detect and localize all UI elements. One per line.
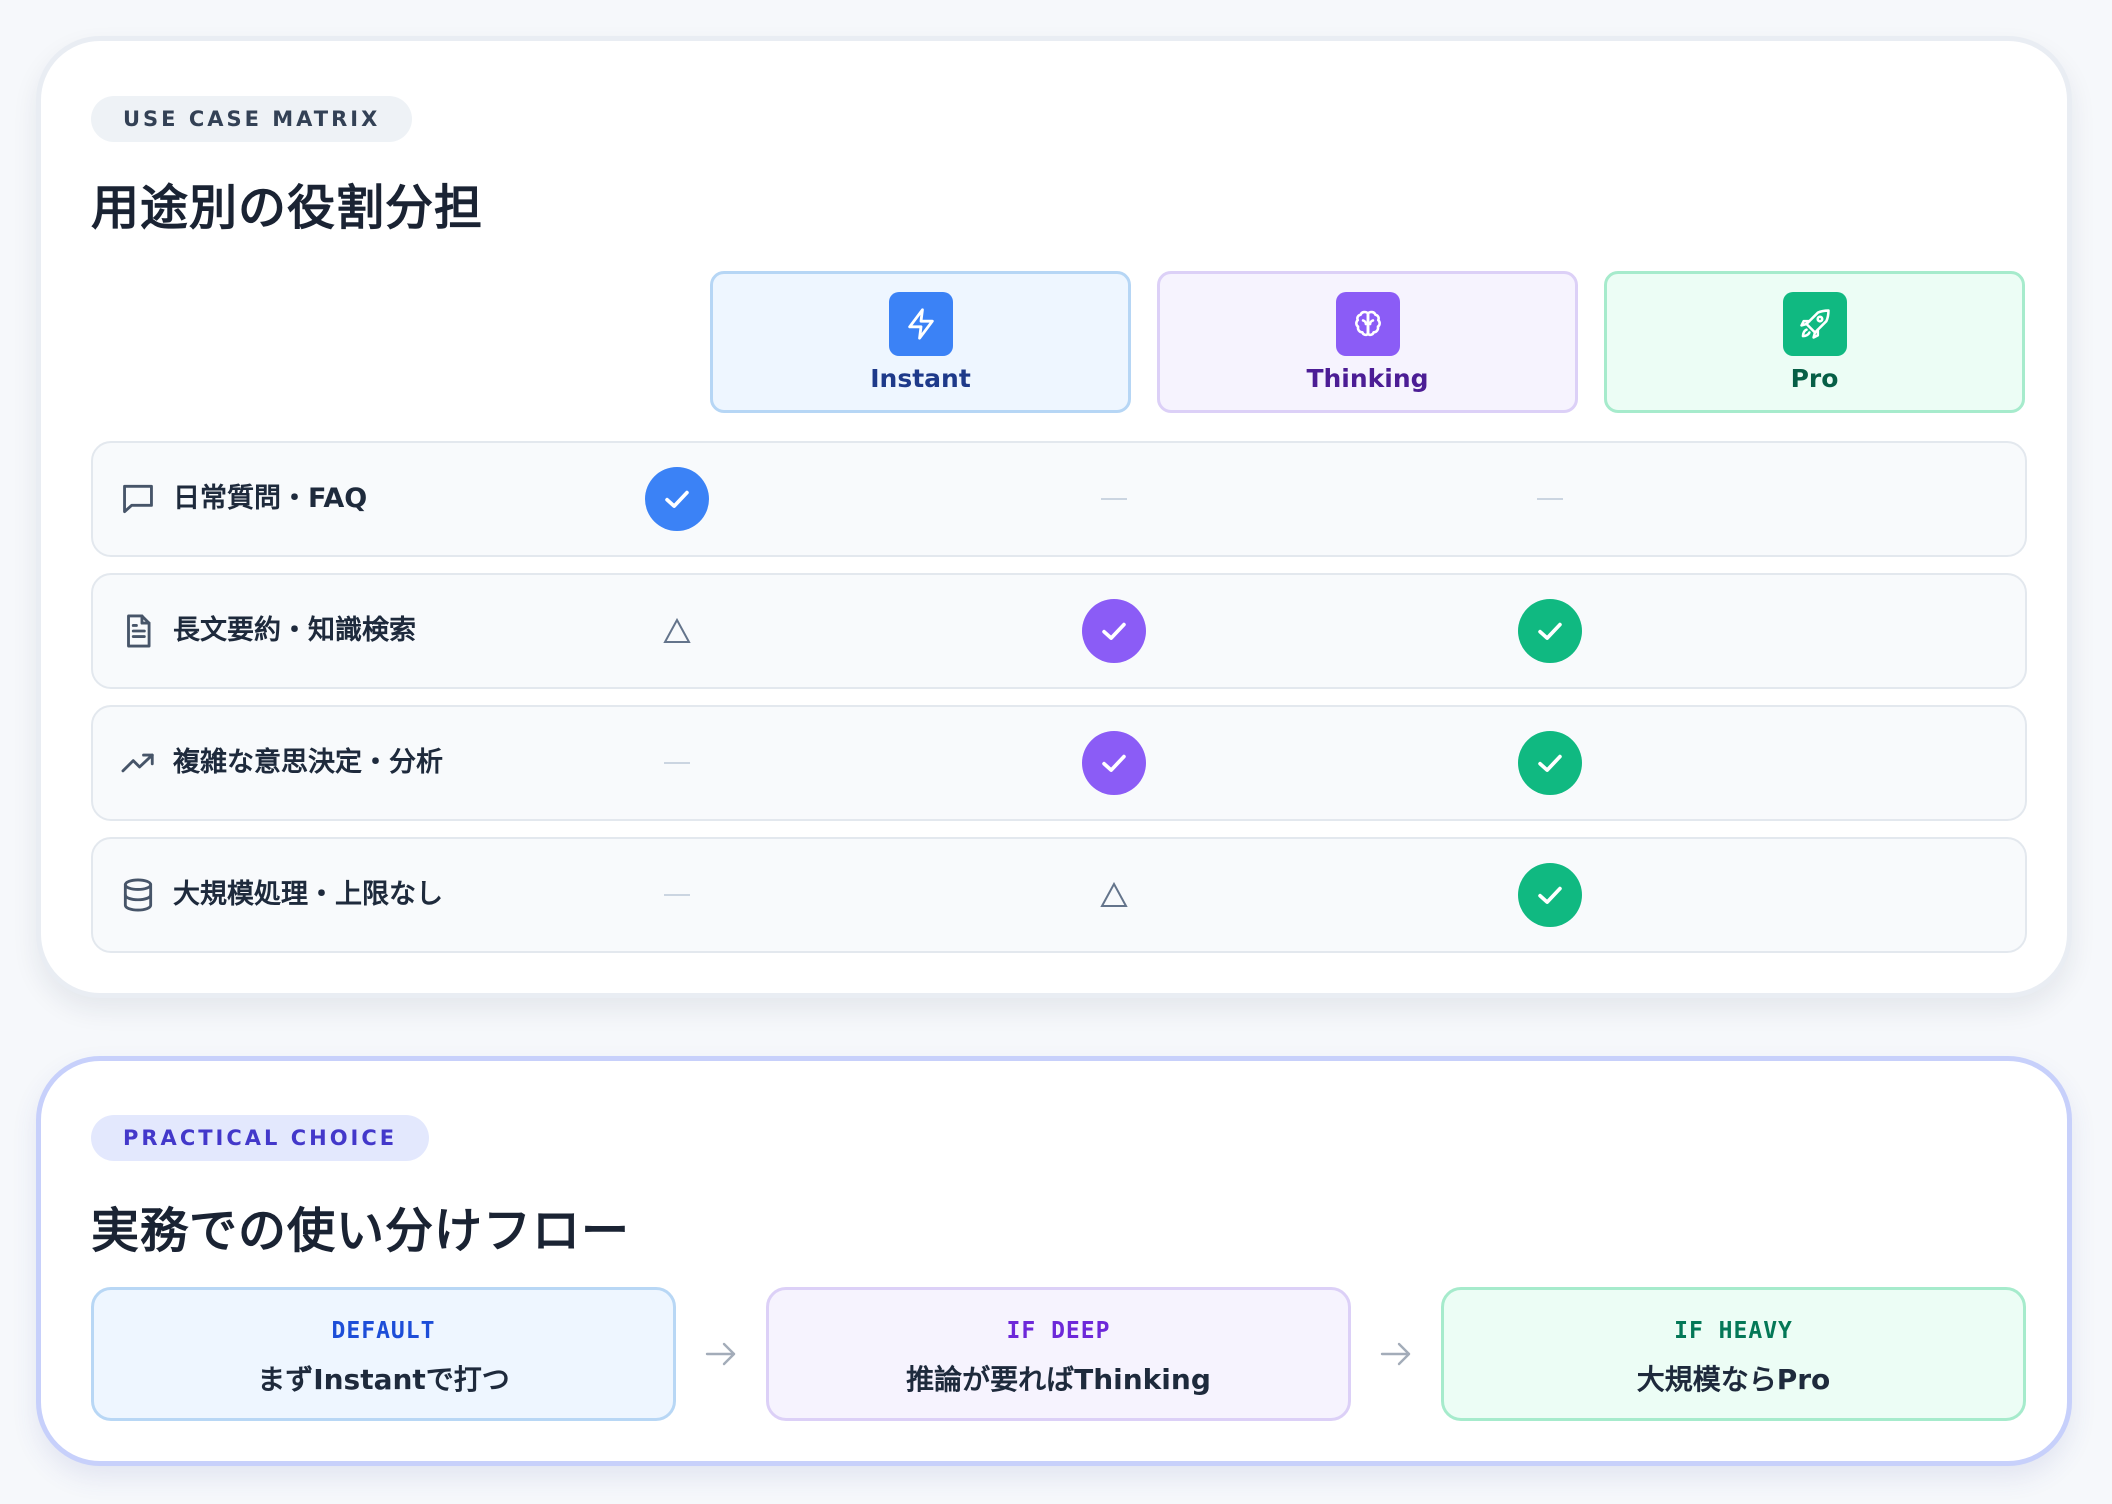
chat-bubble-icon: [119, 480, 157, 518]
cell-supported-pro: [1495, 707, 1605, 819]
flow-step-if-deep: IF DEEP 推論が要ればThinking: [766, 1287, 1351, 1421]
dash-icon: [664, 894, 690, 896]
column-label-pro: Pro: [1790, 364, 1839, 393]
cell-supported-pro: [1495, 575, 1605, 687]
check-icon: [1518, 599, 1582, 663]
step-tag: IF HEAVY: [1674, 1318, 1793, 1344]
step-description: 大規模ならPro: [1636, 1363, 1831, 1396]
row-label: 日常質問・FAQ: [173, 483, 368, 514]
column-header-instant: Instant: [710, 271, 1131, 413]
column-header-thinking: Thinking: [1157, 271, 1578, 413]
arrow-right-icon: [1380, 1342, 1411, 1366]
document-icon: [119, 612, 157, 650]
row-label: 複雑な意思決定・分析: [173, 747, 443, 778]
check-icon: [1082, 731, 1146, 795]
dash-icon: [1537, 498, 1563, 500]
flow-title: 実務での使い分けフロー: [91, 1203, 631, 1259]
check-icon: [1082, 599, 1146, 663]
cell-not-applicable-thinking: [1059, 443, 1169, 555]
cell-supported-instant: [622, 443, 732, 555]
column-label-thinking: Thinking: [1306, 364, 1429, 393]
triangle-icon: [663, 618, 691, 643]
step-tag: IF DEEP: [1006, 1318, 1111, 1344]
step-tag: DEFAULT: [331, 1318, 436, 1344]
check-icon: [1518, 731, 1582, 795]
database-icon: [119, 876, 157, 914]
dash-icon: [1101, 498, 1127, 500]
triangle-icon: [1100, 882, 1128, 907]
matrix-row-complex-decision: 複雑な意思決定・分析: [91, 705, 2027, 821]
cell-partial-thinking: [1059, 839, 1169, 951]
column-label-instant: Instant: [870, 364, 971, 393]
matrix-row-large-scale: 大規模処理・上限なし: [91, 837, 2027, 953]
flow-step-if-heavy: IF HEAVY 大規模ならPro: [1441, 1287, 2026, 1421]
matrix-row-daily-faq: 日常質問・FAQ: [91, 441, 2027, 557]
flow-eyebrow-badge: PRACTICAL CHOICE: [91, 1115, 430, 1161]
step-description: まずInstantで打つ: [257, 1363, 510, 1396]
arrow-right-icon: [705, 1342, 736, 1366]
step-description: 推論が要ればThinking: [906, 1363, 1211, 1396]
matrix-title: 用途別の役割分担: [91, 180, 484, 236]
flow-step-default: DEFAULT まずInstantで打つ: [91, 1287, 676, 1421]
lightning-icon: [888, 292, 953, 356]
dash-icon: [664, 762, 690, 764]
cell-partial-instant: [622, 575, 732, 687]
cell-supported-thinking: [1059, 575, 1169, 687]
cell-not-applicable-pro: [1495, 443, 1605, 555]
row-label: 大規模処理・上限なし: [173, 879, 443, 910]
check-icon: [645, 467, 709, 531]
rocket-icon: [1782, 292, 1847, 356]
use-case-matrix-card: USE CASE MATRIX 用途別の役割分担 Instant Thinkin…: [36, 36, 2072, 998]
practical-choice-card: PRACTICAL CHOICE 実務での使い分けフロー DEFAULT まずI…: [36, 1056, 2072, 1466]
check-icon: [1518, 863, 1582, 927]
cell-supported-thinking: [1059, 707, 1169, 819]
cell-not-applicable-instant: [622, 839, 732, 951]
trend-up-icon: [119, 744, 157, 782]
brain-icon: [1335, 292, 1400, 356]
matrix-eyebrow-badge: USE CASE MATRIX: [91, 96, 413, 142]
column-header-pro: Pro: [1604, 271, 2025, 413]
row-label: 長文要約・知識検索: [173, 615, 416, 646]
cell-not-applicable-instant: [622, 707, 732, 819]
matrix-row-long-summary: 長文要約・知識検索: [91, 573, 2027, 689]
cell-supported-pro: [1495, 839, 1605, 951]
